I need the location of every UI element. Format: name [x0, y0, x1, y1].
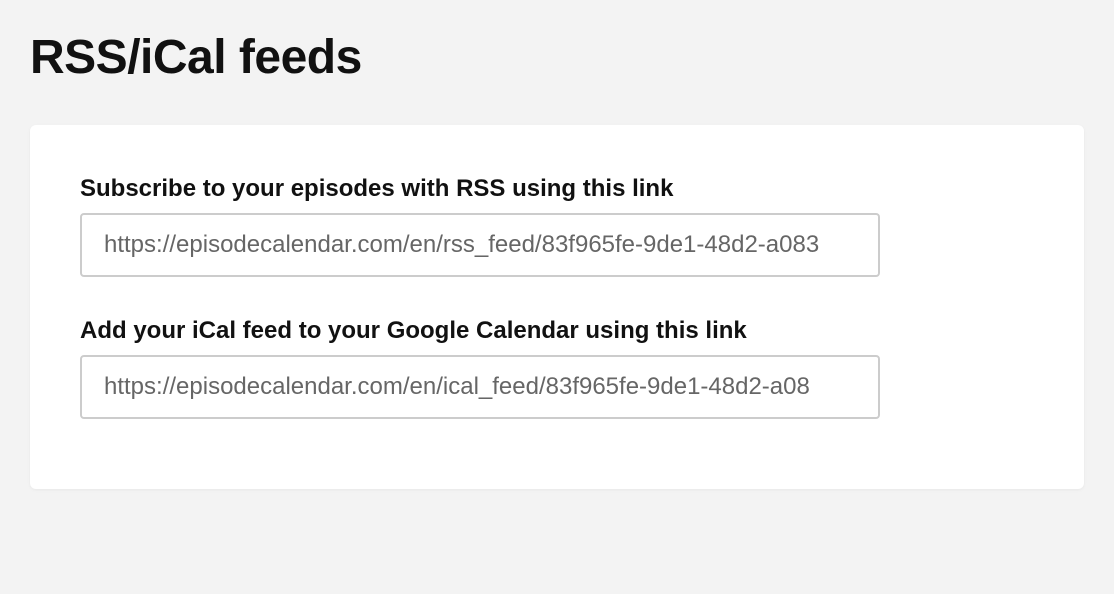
ical-feed-input[interactable] [80, 355, 880, 419]
ical-feed-group: Add your iCal feed to your Google Calend… [80, 317, 1034, 419]
ical-feed-label: Add your iCal feed to your Google Calend… [80, 317, 1034, 345]
feeds-card: Subscribe to your episodes with RSS usin… [30, 125, 1084, 489]
rss-feed-label: Subscribe to your episodes with RSS usin… [80, 175, 1034, 203]
page-title: RSS/iCal feeds [30, 30, 1084, 85]
rss-feed-input[interactable] [80, 213, 880, 277]
rss-feed-group: Subscribe to your episodes with RSS usin… [80, 175, 1034, 277]
